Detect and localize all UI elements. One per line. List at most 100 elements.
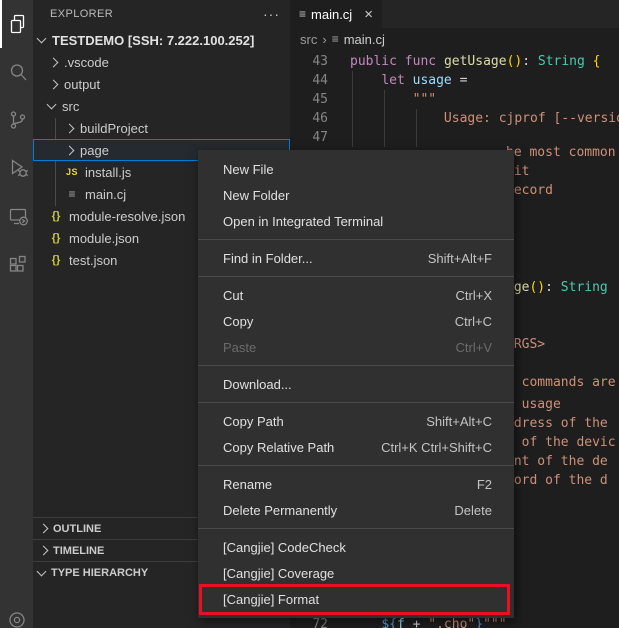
menu-item-delete-permanently[interactable]: Delete Permanently Delete (198, 497, 514, 523)
tree-item-src[interactable]: src (33, 95, 290, 117)
code-fragment: l commands are (506, 373, 616, 392)
js-file-icon: JS (64, 167, 80, 177)
menu-item-label: Find in Folder... (223, 251, 313, 266)
tab-main-cj[interactable]: ≡ main.cj × (290, 0, 382, 28)
line-number: 45 (290, 90, 328, 109)
code-token (397, 54, 405, 69)
search-activity-button[interactable] (0, 48, 33, 96)
json-file-icon: {} (48, 210, 64, 222)
source-control-activity-button[interactable] (0, 96, 33, 144)
code-token (350, 73, 381, 88)
code-line-45: 45 """ (290, 90, 619, 109)
tree-item-label: TESTDEMO [SSH: 7.222.100.252] (52, 33, 254, 48)
more-actions-icon[interactable]: ··· (263, 6, 280, 22)
menu-item-new-folder[interactable]: New Folder (198, 182, 514, 208)
chevron-right-icon (39, 546, 49, 556)
code-fragment: ddress of the (506, 414, 608, 433)
menu-item-find-in-folder[interactable]: Find in Folder...Shift+Alt+F (198, 245, 514, 271)
cj-file-icon: ≡ (64, 187, 80, 201)
json-file-icon: {} (48, 232, 64, 244)
line-number: 44 (290, 71, 328, 90)
menu-item-label: New Folder (223, 188, 289, 203)
code-token: ".cho" (428, 617, 475, 628)
code-line-46: 46 Usage: cjprof [--version (290, 109, 619, 128)
code-token: t of the devic (506, 435, 616, 450)
tab-close-icon[interactable]: × (364, 7, 373, 22)
menu-item-label: Paste (223, 340, 256, 355)
menu-item-label: Copy Relative Path (223, 440, 334, 455)
code-token (585, 54, 593, 69)
tab-label: main.cj (311, 7, 352, 22)
menu-item-copy-path[interactable]: Copy PathShift+Alt+C (198, 408, 514, 434)
extensions-icon (6, 252, 30, 276)
chevron-right-icon (39, 524, 49, 534)
menu-item-shortcut: Ctrl+K Ctrl+Shift+C (381, 440, 492, 455)
menu-item-label: Copy (223, 314, 253, 329)
breadcrumb-separator-icon: › (322, 32, 326, 47)
code-token: word of the d (506, 473, 608, 488)
tree-item-label: page (80, 143, 109, 158)
breadcrumb-folder[interactable]: src (300, 32, 317, 47)
code-token: : (522, 54, 538, 69)
menu-item-download[interactable]: Download... (198, 371, 514, 397)
tree-item-buildproject[interactable]: buildProject (33, 117, 290, 139)
sidebar-title: EXPLORER (50, 8, 263, 20)
code-line-44: 44 let usage = (290, 71, 619, 90)
breadcrumb-file[interactable]: main.cj (344, 32, 385, 47)
code-fragment: unt of the de (506, 452, 608, 471)
menu-item-copy[interactable]: CopyCtrl+C (198, 308, 514, 334)
menu-item-shortcut: F2 (477, 477, 492, 492)
menu-item-paste: PasteCtrl+V (198, 334, 514, 360)
menu-item-label: [Cangjie] Format (223, 592, 319, 607)
section-label: TYPE HIERARCHY (51, 567, 148, 579)
menu-item-copy-relative-path[interactable]: Copy Relative Path Ctrl+K Ctrl+Shift+C (198, 434, 514, 460)
breadcrumb: src › ≡ main.cj (290, 28, 619, 50)
menu-item-open-in-integrated-terminal[interactable]: Open in Integrated Terminal (198, 208, 514, 234)
line-number: 47 (290, 128, 328, 147)
code-token: l commands are (506, 375, 616, 390)
tree-item-label: install.js (85, 165, 131, 180)
chevron-down-icon (47, 100, 57, 110)
tree-item-label: .vscode (64, 55, 109, 70)
tree-item-label: test.json (69, 253, 117, 268)
cangjie-file-icon: ≡ (299, 7, 306, 21)
code-token: unt of the de (506, 454, 608, 469)
menu-item-shortcut: Delete (454, 503, 492, 518)
explorer-activity-button[interactable] (0, 0, 33, 48)
menu-separator (198, 528, 514, 529)
menu-separator (198, 402, 514, 403)
tree-item-label: module-resolve.json (69, 209, 185, 224)
menu-item-label: Delete Permanently (223, 503, 337, 518)
chevron-right-icon (49, 79, 59, 89)
extensions-activity-button[interactable] (0, 240, 33, 288)
menu-item-cangjie-coverage[interactable]: [Cangjie] Coverage (198, 560, 514, 586)
run-debug-activity-button[interactable] (0, 144, 33, 192)
menu-item-cangjie-format[interactable]: [Cangjie] Format (198, 586, 514, 612)
code-token: let (381, 73, 404, 88)
code-token: = (452, 73, 468, 88)
tree-item-label: module.json (69, 231, 139, 246)
tree-item-vscode[interactable]: .vscode (33, 51, 290, 73)
manage-gear-icon[interactable] (0, 605, 33, 628)
remote-explorer-activity-button[interactable] (0, 192, 33, 240)
line-number: 46 (290, 109, 328, 128)
menu-item-cangjie-codecheck[interactable]: [Cangjie] CodeCheck (198, 534, 514, 560)
code-token: he most common (506, 145, 616, 160)
tree-item-testdemo-ssh-7-222-100-252[interactable]: TESTDEMO [SSH: 7.222.100.252] (33, 29, 290, 51)
code-line-43: 43public func getUsage(): String { (290, 52, 619, 71)
menu-item-new-file[interactable]: New File (198, 156, 514, 182)
code-token: """ (483, 617, 506, 628)
menu-item-rename[interactable]: RenameF2 (198, 471, 514, 497)
section-label: OUTLINE (53, 523, 101, 535)
vscode-window: EXPLORER ··· TESTDEMO [SSH: 7.222.100.25… (0, 0, 619, 628)
activity-bar (0, 0, 33, 628)
menu-separator (198, 465, 514, 466)
code-token: ${ (381, 617, 397, 628)
code-fragment: t of the devic (506, 433, 616, 452)
menu-item-cut[interactable]: CutCtrl+X (198, 282, 514, 308)
code-token: """ (350, 92, 436, 107)
code-token: func (405, 54, 436, 69)
code-token (405, 73, 413, 88)
tree-item-output[interactable]: output (33, 73, 290, 95)
menu-item-label: [Cangjie] CodeCheck (223, 540, 346, 555)
